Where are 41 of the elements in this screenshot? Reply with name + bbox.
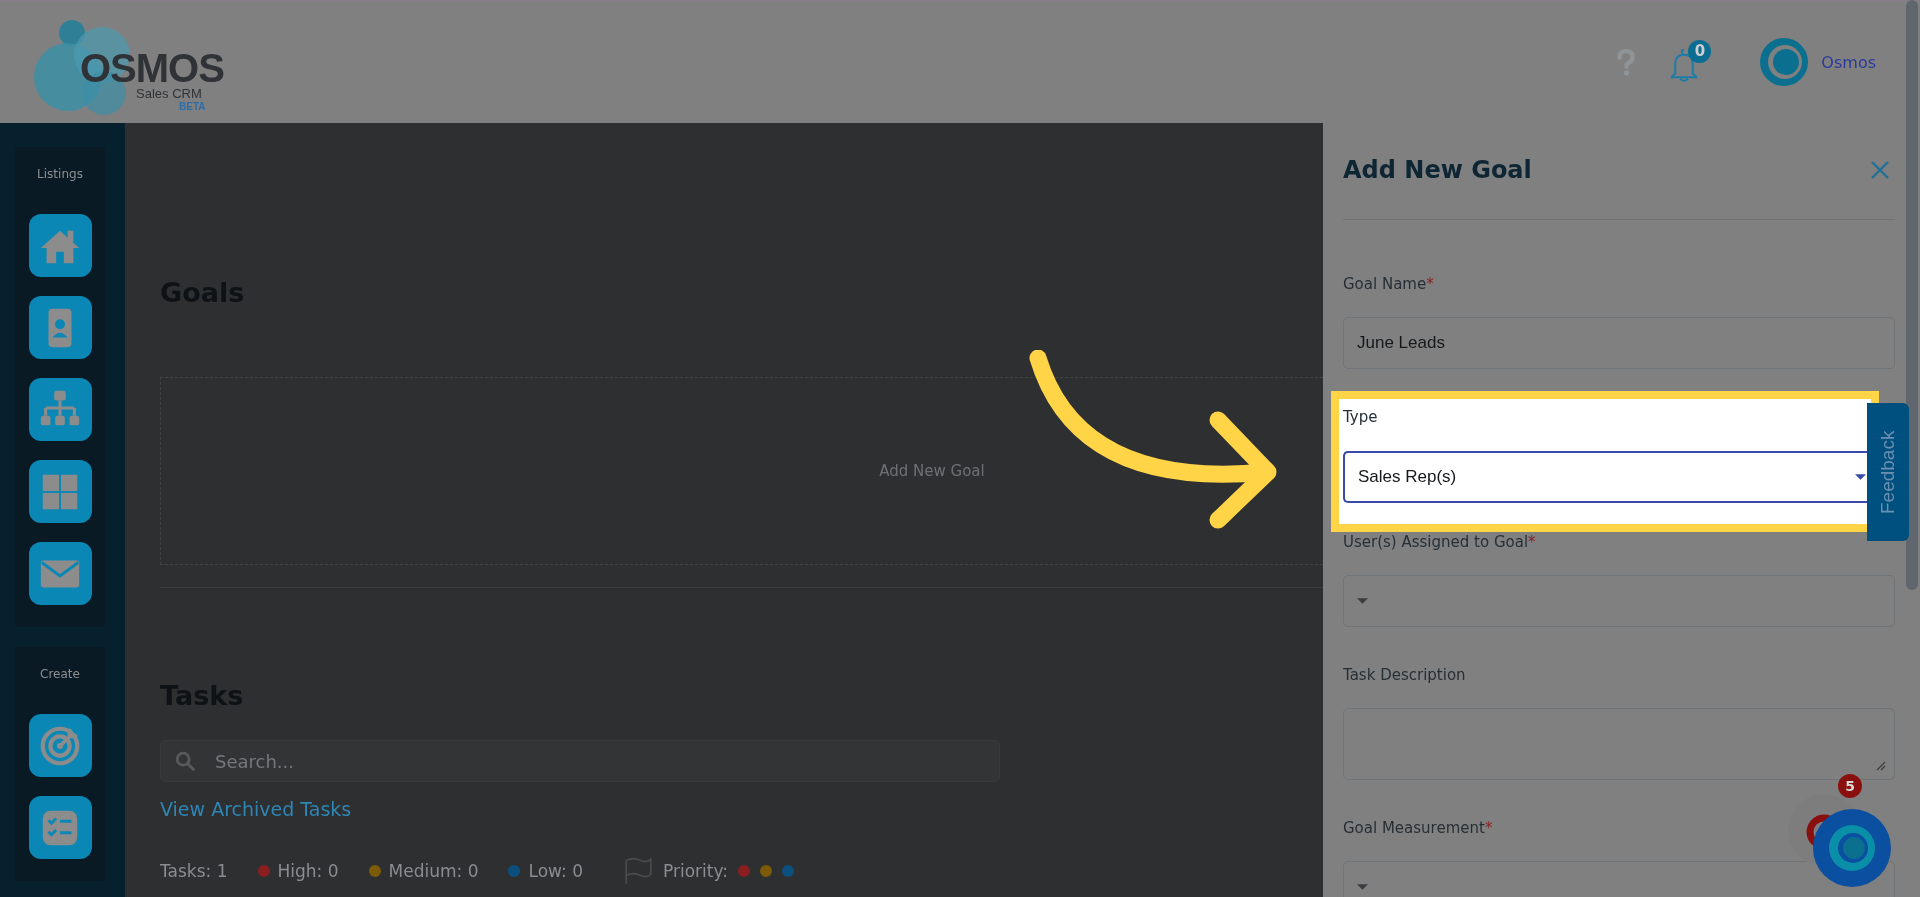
panel-title: Add New Goal	[1343, 155, 1532, 186]
priority-count: Medium: 0	[388, 861, 479, 881]
priority-count: High: 0	[277, 861, 339, 881]
flag-icon	[622, 856, 653, 886]
close-icon[interactable]	[1869, 159, 1891, 181]
search-icon	[174, 750, 196, 772]
field-label: Task Description	[1343, 665, 1467, 685]
add-goal-label: Add New Goal	[879, 462, 985, 480]
caret-icon	[1855, 474, 1866, 480]
notifications-button[interactable]: 0	[1669, 40, 1710, 84]
resize-grip-icon	[1876, 761, 1886, 771]
feedback-tab[interactable]: Feedback	[1867, 403, 1909, 541]
search-field[interactable]: Search...	[160, 740, 1000, 782]
priority-label: Priority:	[662, 861, 728, 881]
field-label: Goal Name*	[1343, 274, 1435, 294]
sidebar-item[interactable]	[28, 460, 92, 523]
count-badge: 0	[1688, 40, 1712, 63]
sidebar-item[interactable]	[28, 714, 92, 777]
logo-wordmark: OSMOS	[80, 45, 224, 90]
field-label: Goal Measurement*	[1343, 818, 1494, 838]
sidebar-item[interactable]	[28, 796, 92, 859]
logo-subtitle: Sales CRM	[136, 87, 202, 101]
sidebar-item[interactable]	[28, 214, 92, 277]
caret-icon	[1357, 598, 1368, 604]
scrollbar[interactable]	[1906, 0, 1918, 590]
text-field[interactable]: June Leads	[1343, 317, 1895, 369]
sidebar-item[interactable]	[28, 378, 92, 441]
archived-tasks-link[interactable]: View Archived Tasks	[160, 796, 352, 822]
sidebar-item[interactable]	[28, 296, 92, 359]
field-label: User(s) Assigned to Goal*	[1343, 532, 1537, 552]
section-title: Create	[40, 667, 80, 681]
chat-launcher[interactable]	[1812, 808, 1892, 888]
beta-label: BETA	[179, 101, 206, 112]
section-title: Listings	[37, 167, 83, 181]
user-name[interactable]: Osmos	[1821, 52, 1876, 72]
avatar[interactable]	[1759, 37, 1810, 87]
sidebar-item[interactable]	[28, 542, 92, 605]
priority-count: Low: 0	[528, 861, 583, 881]
caret-icon	[1357, 884, 1368, 890]
task-count: Tasks: 1	[160, 861, 228, 881]
field-label: Type	[1343, 407, 1379, 427]
